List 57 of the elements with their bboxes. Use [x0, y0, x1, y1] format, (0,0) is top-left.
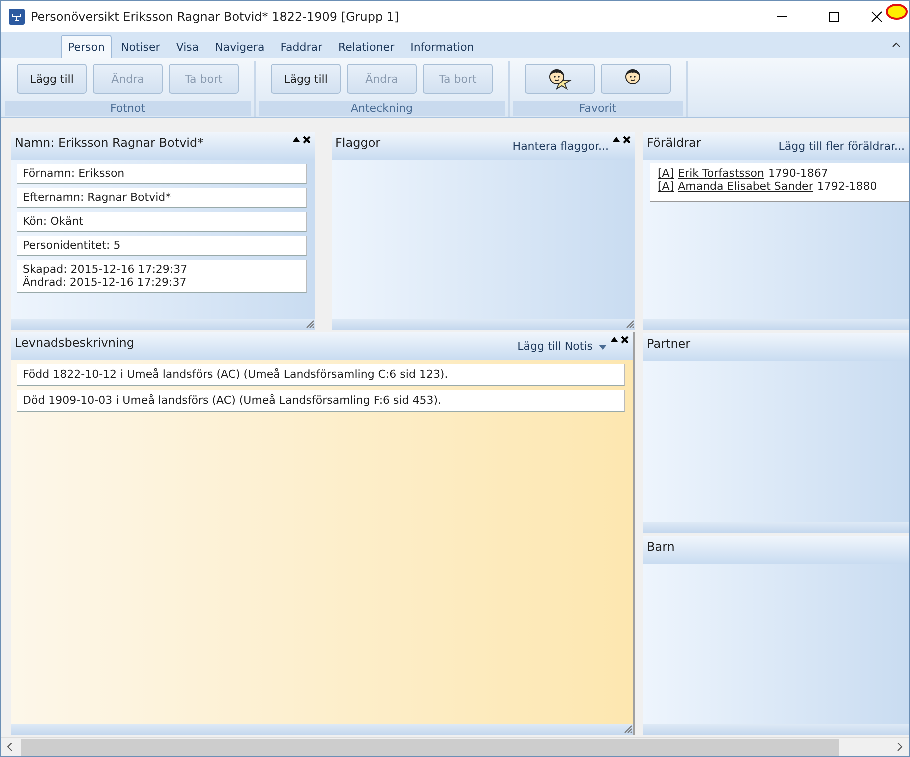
highlight-marker-icon: [886, 4, 908, 20]
group-label: Anteckning: [259, 101, 505, 116]
face-star-icon: [548, 68, 572, 90]
info-field: Förnamn: Eriksson: [17, 164, 306, 184]
parent-years: 1792-1880: [817, 180, 878, 193]
ribbon-button[interactable]: Lägg till: [271, 64, 341, 94]
horizontal-scrollbar[interactable]: [1, 737, 909, 756]
close-icon: [871, 10, 883, 22]
pin-up-icon[interactable]: [613, 136, 620, 143]
ribbon-tab[interactable]: Person: [61, 35, 112, 58]
panel-title: Föräldrar: [647, 136, 702, 150]
parent-link[interactable]: Amanda Elisabet Sander: [678, 180, 814, 193]
info-field: Personidentitet: 5: [17, 236, 306, 256]
favorite-button[interactable]: [525, 64, 595, 94]
maximize-icon: [829, 12, 839, 22]
panel-action-link[interactable]: Lägg till Notis: [518, 340, 593, 353]
collapse-ribbon-icon[interactable]: [892, 42, 901, 48]
panel-title: Levnadsbeskrivning: [15, 336, 136, 350]
event-note[interactable]: Född 1822-10-12 i Umeå landsförs (AC) (Umeå Landsförsamling C:6 sid 123).: [17, 364, 625, 386]
panel-action-link[interactable]: Hantera flaggor...: [512, 140, 609, 153]
resize-grip-icon[interactable]: [625, 319, 635, 329]
panel-action-link[interactable]: Lägg till fler föräldrar...: [778, 140, 905, 153]
event-note[interactable]: Död 1909-10-03 i Umeå landsförs (AC) (Umeå Landsförsamling F:6 sid 453).: [17, 390, 625, 412]
group-label: Favorit: [513, 101, 683, 116]
resize-grip-icon[interactable]: [623, 724, 633, 734]
panel-title: Barn: [647, 540, 676, 554]
chevron-left-icon: [7, 743, 13, 751]
source-link[interactable]: [A]: [658, 167, 674, 180]
close-icon[interactable]: [623, 136, 631, 144]
ribbon-button[interactable]: Lägg till: [17, 64, 87, 94]
chevron-right-icon: [897, 743, 903, 751]
parent-years: 1790-1867: [768, 167, 828, 180]
scrollbar-thumb[interactable]: [21, 738, 839, 756]
parent-link[interactable]: Erik Torfastsson: [678, 167, 764, 180]
ribbon-tab[interactable]: Information: [404, 35, 482, 58]
info-field: Skapad: 2015-12-16 17:29:37 Ändrad: 2015-12-16 17:29:37: [17, 260, 306, 293]
panel-title: Partner: [647, 337, 692, 351]
resize-grip-icon[interactable]: [304, 319, 314, 329]
close-icon[interactable]: [302, 136, 310, 144]
dropdown-caret-icon[interactable]: [599, 345, 607, 350]
close-icon[interactable]: [621, 336, 629, 344]
source-link[interactable]: [A]: [658, 180, 674, 193]
ribbon-tab[interactable]: Notiser: [114, 35, 168, 58]
panel-title: Flaggor: [336, 136, 382, 150]
group-label: Fotnot: [5, 101, 251, 116]
ribbon-tab[interactable]: Visa: [169, 35, 206, 58]
info-field: Efternamn: Ragnar Botvid*: [17, 188, 306, 208]
info-field: Kön: Okänt: [17, 212, 306, 232]
ribbon-tab[interactable]: Navigera: [208, 35, 272, 58]
ribbon-tab[interactable]: Faddrar: [274, 35, 330, 58]
panel-title: Namn: Eriksson Ragnar Botvid*: [15, 136, 205, 150]
ribbon-tab[interactable]: Relationer: [332, 35, 402, 58]
pin-up-icon[interactable]: [292, 136, 300, 143]
window-title: Personöversikt Eriksson Ragnar Botvid* 1822-1909 [Grupp 1]: [31, 10, 400, 24]
app-icon: [9, 8, 25, 24]
pin-up-icon[interactable]: [611, 336, 618, 343]
favorite-button[interactable]: [601, 64, 671, 94]
